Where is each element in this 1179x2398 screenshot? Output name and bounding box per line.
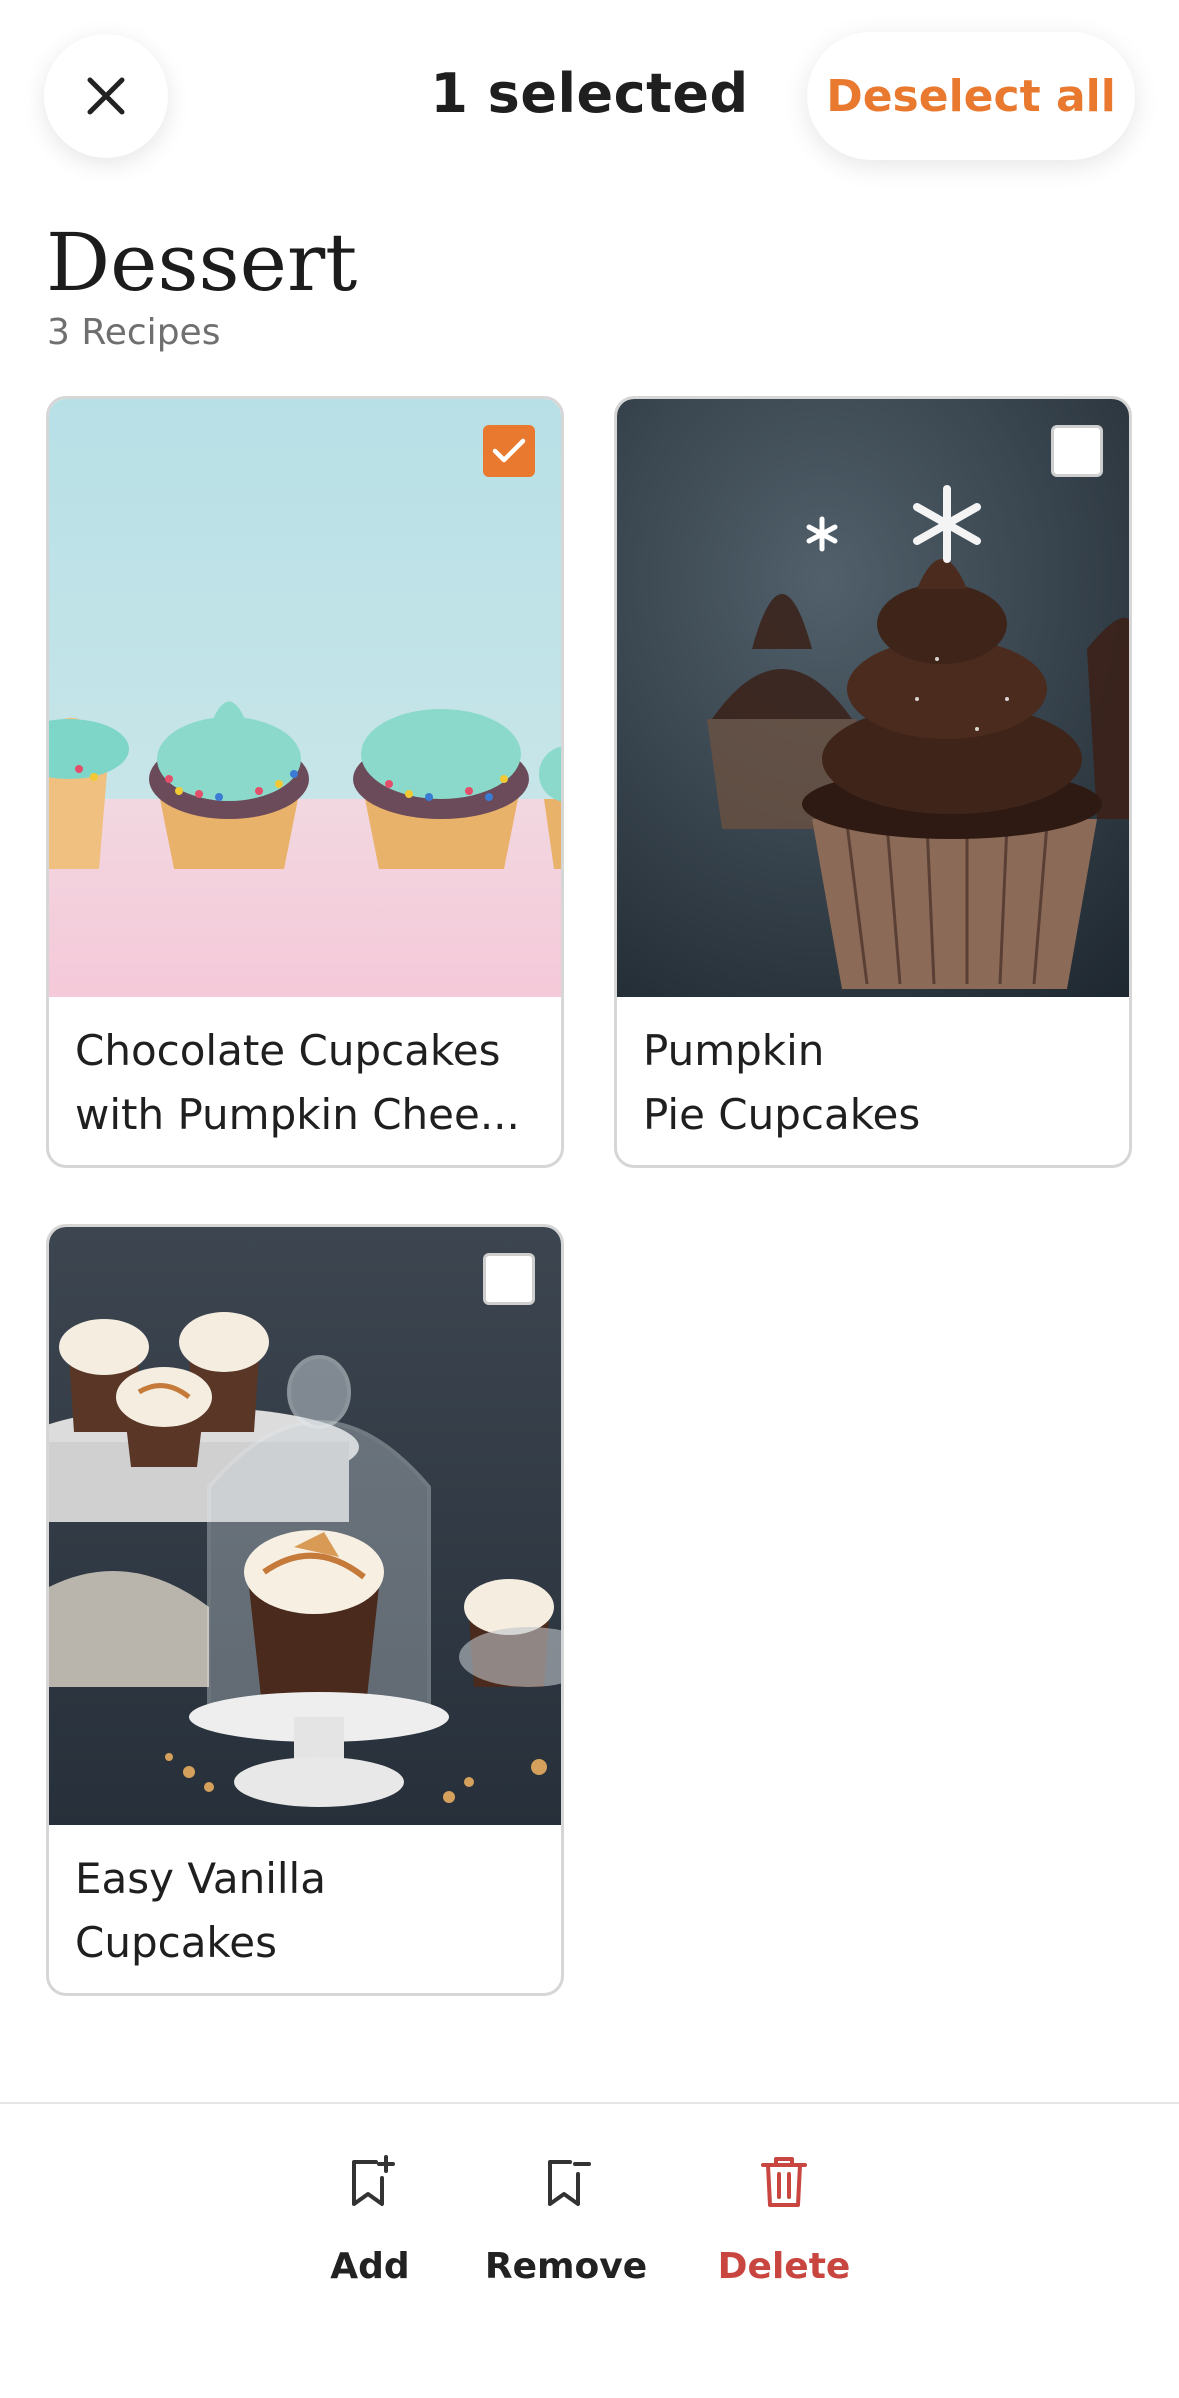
recipe-card[interactable]: Chocolate Cupcakes with Pumpkin Chee... [46, 396, 564, 1168]
recipe-title-line-2: with Pumpkin Chee... [75, 1090, 520, 1139]
delete-label: Delete [717, 2246, 851, 2287]
recipe-title-line-2: Cupcakes [75, 1918, 277, 1967]
bulk-action-bar: Add Remove Delete [0, 2102, 1179, 2398]
selection-toolbar: 1 selected Deselect all [0, 0, 1179, 200]
delete-button[interactable]: Delete [684, 2154, 884, 2287]
recipe-image [617, 399, 1129, 997]
remove-button[interactable]: Remove [466, 2154, 666, 2287]
recipe-title: Easy Vanilla Cupcakes [75, 1847, 535, 1975]
recipe-card[interactable]: Easy Vanilla Cupcakes [46, 1224, 564, 1996]
recipe-title: Pumpkin Pie Cupcakes [643, 1019, 1103, 1147]
remove-label: Remove [484, 2246, 648, 2287]
close-icon [87, 77, 125, 115]
recipe-title-line-1: Easy Vanilla [75, 1854, 326, 1903]
recipe-title: Chocolate Cupcakes with Pumpkin Chee... [75, 1019, 535, 1147]
select-checkbox[interactable] [483, 1253, 535, 1305]
trash-icon [761, 2157, 807, 2207]
bookmark-remove-icon [548, 2160, 591, 2206]
bookmark-add-icon [352, 2155, 395, 2206]
recipe-title-line-1: Chocolate Cupcakes [75, 1026, 501, 1075]
recipe-title-line-2: Pie Cupcakes [643, 1090, 921, 1139]
select-checkbox[interactable] [483, 425, 535, 477]
close-button[interactable] [44, 34, 168, 158]
collection-title: Dessert [46, 216, 358, 309]
recipe-count: 3 Recipes [47, 312, 221, 353]
add-label: Add [330, 2246, 410, 2287]
deselect-all-button[interactable]: Deselect all [807, 32, 1135, 160]
recipe-image [49, 399, 561, 997]
add-button[interactable]: Add [270, 2154, 470, 2287]
recipe-image [49, 1227, 561, 1825]
recipe-title-line-1: Pumpkin [643, 1026, 825, 1075]
select-checkbox[interactable] [1051, 425, 1103, 477]
recipe-card[interactable]: Pumpkin Pie Cupcakes [614, 396, 1132, 1168]
checkmark-icon [492, 438, 526, 463]
